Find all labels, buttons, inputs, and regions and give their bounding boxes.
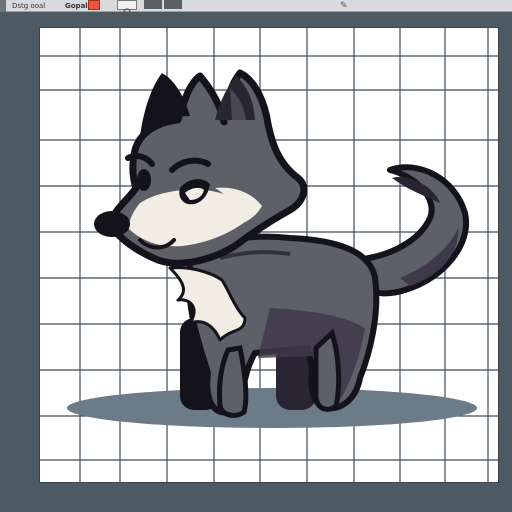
top-toolbar: Dstg ooal Gopal ▾ ✎ <box>0 0 512 16</box>
ground-shadow <box>67 388 477 428</box>
drawing-canvas[interactable] <box>40 28 498 482</box>
pen-icon[interactable]: ✎ <box>340 0 348 12</box>
wolf-illustration <box>67 69 477 428</box>
color-swatch-icon[interactable] <box>88 0 100 10</box>
mode-dropdown[interactable]: Gopal <box>65 0 88 12</box>
circle-icon[interactable] <box>117 0 137 16</box>
eye-left <box>137 169 151 191</box>
front-leg <box>313 328 342 412</box>
layers-icon[interactable] <box>144 0 162 9</box>
left-scroll-icon[interactable] <box>0 0 6 12</box>
wolf-nose <box>94 211 130 237</box>
front-leg-left <box>217 345 249 418</box>
layer-name-label: Dstg ooal <box>12 2 46 10</box>
layer-thumbnail-icon[interactable] <box>164 0 182 9</box>
